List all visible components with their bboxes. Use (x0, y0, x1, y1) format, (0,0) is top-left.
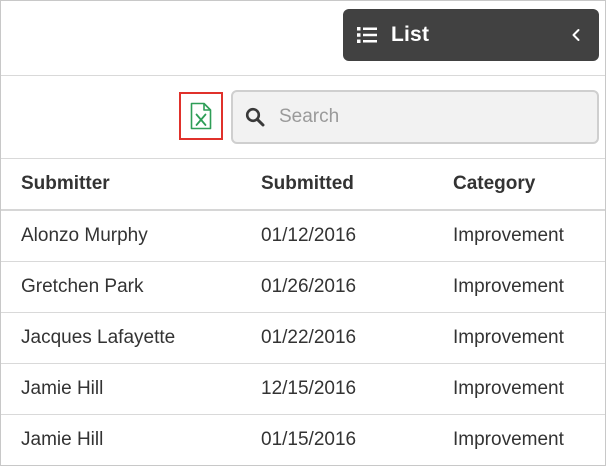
search-icon (245, 107, 265, 127)
table-row[interactable]: Jamie Hill 12/15/2016 Improvement (1, 363, 605, 415)
cell-submitter: Jamie Hill (1, 363, 241, 415)
cell-category: Improvement (433, 414, 605, 465)
column-header-submitter[interactable]: Submitter (1, 159, 241, 211)
table-row[interactable]: Jamie Hill 01/15/2016 Improvement (1, 414, 605, 465)
cell-submitted: 01/12/2016 (241, 210, 433, 262)
table-row[interactable]: Gretchen Park 01/26/2016 Improvement (1, 261, 605, 313)
cell-submitter: Gretchen Park (1, 261, 241, 313)
cell-category: Improvement (433, 312, 605, 364)
cell-submitted: 01/26/2016 (241, 261, 433, 313)
cell-submitter: Jamie Hill (1, 414, 241, 465)
table-row[interactable]: Jacques Lafayette 01/22/2016 Improvement (1, 312, 605, 364)
app-frame: List Submitter Submitted (0, 0, 606, 466)
cell-submitted: 01/22/2016 (241, 312, 433, 364)
column-header-submitted[interactable]: Submitted (241, 159, 433, 211)
list-view-toggle[interactable]: List (343, 9, 599, 61)
view-toggle-label: List (391, 23, 430, 46)
search-input[interactable] (279, 106, 579, 128)
chevron-left-icon (572, 29, 580, 41)
records-table: Submitter Submitted Category Alonzo Murp… (1, 159, 605, 465)
cell-category: Improvement (433, 363, 605, 415)
toolbar (1, 76, 605, 159)
table-row[interactable]: Alonzo Murphy 01/12/2016 Improvement (1, 210, 605, 262)
cell-category: Improvement (433, 261, 605, 313)
export-excel-button[interactable] (179, 92, 223, 140)
cell-category: Improvement (433, 210, 605, 262)
column-header-category[interactable]: Category (433, 159, 605, 211)
search-box (231, 90, 599, 144)
table-header-row: Submitter Submitted Category (1, 159, 605, 211)
list-icon (357, 27, 377, 43)
cell-submitter: Jacques Lafayette (1, 312, 241, 364)
excel-file-icon (190, 102, 212, 130)
top-bar: List (1, 1, 605, 76)
cell-submitter: Alonzo Murphy (1, 210, 241, 262)
cell-submitted: 01/15/2016 (241, 414, 433, 465)
cell-submitted: 12/15/2016 (241, 363, 433, 415)
